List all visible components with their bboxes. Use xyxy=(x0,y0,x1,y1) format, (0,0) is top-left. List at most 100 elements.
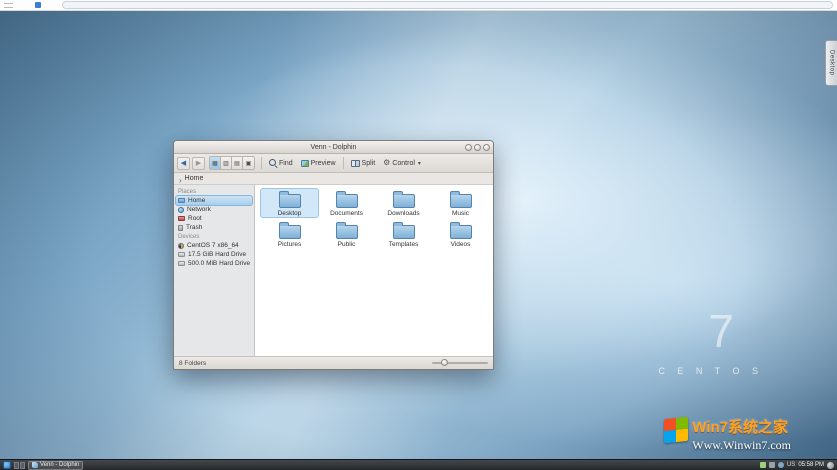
address-input[interactable] xyxy=(62,1,833,9)
control-menu-button[interactable]: Control xyxy=(380,156,424,170)
menu-icon[interactable] xyxy=(4,2,13,8)
folder-name: Desktop xyxy=(277,210,302,217)
folder-name: Public xyxy=(337,241,356,248)
desktop-pager[interactable] xyxy=(14,461,25,469)
folder-icon xyxy=(449,222,472,239)
task-label: Venn - Dolphin xyxy=(40,462,80,468)
network-icon xyxy=(178,206,184,213)
close-button[interactable] xyxy=(483,143,490,151)
sidebar-item-label: 500.0 MiB Hard Drive xyxy=(188,260,251,267)
sidebar-item-label: CentOS 7 x86_64 xyxy=(187,242,239,249)
zoom-slider-handle[interactable] xyxy=(441,359,448,366)
watermark-title: Win7系统之家 xyxy=(692,419,788,436)
sidebar-item-hard-drive-2[interactable]: 500.0 MiB Hard Drive xyxy=(176,259,252,268)
folder-item-documents[interactable]: Documents xyxy=(318,189,375,217)
folder-name: Documents xyxy=(330,210,363,217)
find-label: Find xyxy=(279,159,293,167)
kickoff-launcher-button[interactable] xyxy=(3,461,11,469)
folder-name: Music xyxy=(452,210,469,217)
clipboard-icon[interactable] xyxy=(768,462,775,468)
folder-grid: Desktop Documents Downloads Music Pictur… xyxy=(260,188,493,251)
dolphin-window: Venn - Dolphin ◀ ▶ ▦ ▥ ▤ ▣ Find Preview … xyxy=(173,140,494,370)
split-label: Split xyxy=(361,159,376,167)
toolbar: Find Preview Split Control xyxy=(174,154,493,173)
folder-name: Pictures xyxy=(277,241,302,248)
toolbar-separator xyxy=(342,157,344,169)
find-button[interactable]: Find xyxy=(266,156,296,170)
hard-drive-icon xyxy=(178,261,185,266)
desktop-tab[interactable]: Desktop xyxy=(825,40,837,86)
folder-item-pictures[interactable]: Pictures xyxy=(261,220,318,248)
folder-name: Templates xyxy=(388,241,419,248)
sidebar-item-label: Trash xyxy=(186,224,203,231)
split-icon xyxy=(350,159,360,167)
watermark-url: Www.Winwin7.com xyxy=(692,438,791,452)
folder-item-videos[interactable]: Videos xyxy=(432,220,489,248)
folder-icon xyxy=(392,222,415,239)
windows-logo-icon xyxy=(664,416,689,444)
toolbar-separator xyxy=(261,157,262,169)
task-button-dolphin[interactable]: Venn - Dolphin xyxy=(28,460,84,470)
screen: Desktop 7 C E N T O S Venn - Dolphin ◀ ▶… xyxy=(0,0,837,470)
breadcrumb-location[interactable]: Home xyxy=(185,175,204,182)
sidebar-item-hard-drive-1[interactable]: 17.5 GiB Hard Drive xyxy=(176,250,252,259)
centos-disc-icon xyxy=(178,242,184,249)
keyboard-layout-indicator[interactable]: US xyxy=(787,462,795,468)
system-tray: US 05:58 PM xyxy=(759,461,834,469)
panel-cashew-icon[interactable] xyxy=(827,461,834,469)
folder-item-desktop[interactable]: Desktop xyxy=(260,188,319,218)
sidebar-item-label: 17.5 GiB Hard Drive xyxy=(188,251,247,258)
sidebar-item-trash[interactable]: Trash xyxy=(176,223,252,232)
search-icon xyxy=(269,159,277,167)
breadcrumb: Home xyxy=(174,173,493,185)
sidebar-item-label: Root xyxy=(188,215,202,222)
folder-icon xyxy=(278,222,301,239)
folder-item-public[interactable]: Public xyxy=(318,220,375,248)
desktop[interactable]: Desktop 7 C E N T O S Venn - Dolphin ◀ ▶… xyxy=(0,11,837,459)
preview-label: Preview xyxy=(310,159,336,167)
sidebar-item-network[interactable]: Network xyxy=(176,205,252,214)
sidebar-item-root[interactable]: Root xyxy=(176,214,252,223)
trash-icon xyxy=(178,224,183,231)
watermark-texts: Win7系统之家 Www.Winwin7.com xyxy=(692,418,791,452)
preview-button[interactable]: Preview xyxy=(298,156,339,170)
split-button[interactable]: Split xyxy=(348,156,379,170)
wallpaper-brand: C E N T O S xyxy=(658,366,763,376)
devices-header: Devices xyxy=(178,234,200,240)
statusbar: 8 Folders xyxy=(174,356,493,369)
maximize-button[interactable] xyxy=(474,143,481,151)
sidebar-item-home[interactable]: Home xyxy=(175,195,253,206)
hard-drive-icon xyxy=(178,252,185,257)
minimize-button[interactable] xyxy=(465,143,472,151)
sidebar-item-centos-volume[interactable]: CentOS 7 x86_64 xyxy=(176,241,252,250)
zoom-slider[interactable] xyxy=(432,358,488,368)
gear-icon xyxy=(383,159,390,167)
folder-icon xyxy=(335,222,358,239)
folder-icon xyxy=(392,191,415,208)
folder-view[interactable]: Desktop Documents Downloads Music Pictur… xyxy=(255,185,493,356)
browser-topbar xyxy=(0,0,837,11)
view-compact-button[interactable] xyxy=(221,157,232,169)
places-panel: Places Home Network Root Trash Devices C… xyxy=(174,185,255,356)
folder-name: Videos xyxy=(450,241,471,248)
back-button[interactable] xyxy=(177,156,190,170)
window-body: Places Home Network Root Trash Devices C… xyxy=(174,185,493,356)
root-folder-icon xyxy=(178,216,185,221)
view-details-button[interactable] xyxy=(232,157,243,169)
view-tree-button[interactable] xyxy=(243,157,254,169)
forward-button[interactable] xyxy=(192,156,205,170)
clock[interactable]: 05:58 PM xyxy=(798,462,824,468)
folder-item-downloads[interactable]: Downloads xyxy=(375,189,432,217)
titlebar[interactable]: Venn - Dolphin xyxy=(174,141,493,154)
window-controls xyxy=(465,143,493,151)
folder-name: Downloads xyxy=(387,210,420,217)
folder-item-templates[interactable]: Templates xyxy=(375,220,432,248)
device-notifier-icon[interactable] xyxy=(759,462,766,468)
folder-item-music[interactable]: Music xyxy=(432,189,489,217)
watermark: Win7系统之家 Www.Winwin7.com xyxy=(664,416,791,452)
window-title: Venn - Dolphin xyxy=(310,143,357,151)
folder-icon xyxy=(278,191,301,208)
view-icons-button[interactable] xyxy=(210,157,221,169)
site-favicon-icon xyxy=(35,2,41,8)
network-icon[interactable] xyxy=(777,462,784,468)
